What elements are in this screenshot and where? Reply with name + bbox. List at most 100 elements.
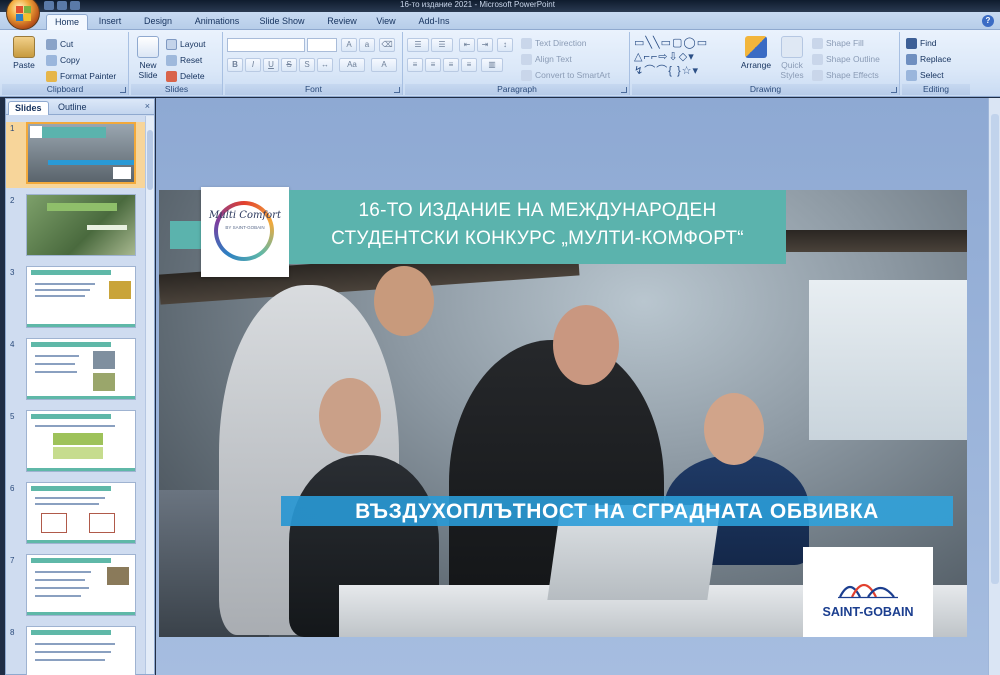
tab-design[interactable]: Design — [138, 14, 178, 30]
title-band-accent — [170, 221, 202, 249]
arrange-button[interactable]: Arrange — [738, 36, 774, 70]
drawing-group: ▭╲╲▭▢◯▭ △⌐⌐⇨⇩◇▾ ↯⌒⌒{ }☆▾ Arrange Quick S… — [632, 32, 900, 95]
slide-preview — [26, 338, 136, 400]
saint-gobain-logo: SAINT-GOBAIN — [803, 547, 933, 637]
slide-thumbnail[interactable]: 8 — [6, 626, 146, 675]
slide-thumbnail[interactable]: 4 — [6, 338, 146, 404]
copy-button[interactable]: Copy — [46, 53, 80, 67]
delete-label: Delete — [180, 71, 205, 81]
find-label: Find — [920, 38, 937, 48]
tab-animations[interactable]: Animations — [188, 14, 246, 30]
undo-icon[interactable] — [57, 1, 67, 10]
arrange-icon — [745, 36, 767, 58]
slide-title-band[interactable]: 16-ТО ИЗДАНИЕ НА МЕЖДУНАРОДЕН СТУДЕНТСКИ… — [289, 190, 786, 264]
underline-button[interactable]: U — [263, 58, 279, 72]
cut-button[interactable]: Cut — [46, 37, 73, 51]
slide-thumbnail[interactable]: 1 — [6, 122, 146, 188]
bold-button[interactable]: B — [227, 58, 243, 72]
clear-formatting-button[interactable]: ⌫ — [379, 38, 395, 52]
slide-thumbnail[interactable]: 3 — [6, 266, 146, 332]
columns-button[interactable]: ▥ — [481, 58, 503, 72]
numbering-button[interactable]: ☰ — [431, 38, 453, 52]
drawing-dialog-launcher-icon[interactable] — [891, 87, 897, 93]
align-text-button[interactable]: Align Text — [521, 52, 572, 66]
redo-icon[interactable] — [70, 1, 80, 10]
slide-thumbnail[interactable]: 7 — [6, 554, 146, 620]
slide-thumbnail[interactable]: 2 — [6, 194, 146, 260]
justify-button[interactable]: ≡ — [461, 58, 477, 72]
align-center-button[interactable]: ≡ — [425, 58, 441, 72]
grow-font-button[interactable]: A — [341, 38, 357, 52]
delete-button[interactable]: Delete — [166, 69, 205, 83]
text-direction-button[interactable]: Text Direction — [521, 36, 587, 50]
arrange-label: Arrange — [740, 60, 772, 70]
replace-button[interactable]: Replace — [906, 52, 951, 66]
saint-gobain-text: SAINT-GOBAIN — [822, 605, 914, 619]
help-icon[interactable]: ? — [982, 15, 994, 27]
tab-view[interactable]: View — [370, 14, 402, 30]
shapes-gallery[interactable]: ▭╲╲▭▢◯▭ △⌐⌐⇨⇩◇▾ ↯⌒⌒{ }☆▾ — [634, 36, 732, 80]
slide-number: 7 — [10, 556, 15, 565]
editing-group: Find Replace Select Editing — [902, 32, 970, 95]
layout-button[interactable]: Layout — [166, 37, 206, 51]
slide-subtitle-band[interactable]: ВЪЗДУХОПЛЪТНОСТ НА СГРАДНАТА ОБВИВКА — [281, 496, 953, 526]
save-icon[interactable] — [44, 1, 54, 10]
vertical-scrollbar[interactable] — [988, 98, 1000, 675]
align-left-button[interactable]: ≡ — [407, 58, 423, 72]
font-name-field[interactable] — [227, 38, 305, 52]
strikethrough-button[interactable]: S — [281, 58, 297, 72]
slide-number: 8 — [10, 628, 15, 637]
tab-slide-show[interactable]: Slide Show — [255, 14, 309, 30]
text-direction-label: Text Direction — [535, 38, 587, 48]
clipboard-dialog-launcher-icon[interactable] — [120, 87, 126, 93]
change-case-button[interactable]: Aa — [339, 58, 365, 72]
convert-smartart-button[interactable]: Convert to SmartArt — [521, 68, 610, 82]
reset-button[interactable]: Reset — [166, 53, 202, 67]
paragraph-dialog-launcher-icon[interactable] — [621, 87, 627, 93]
align-right-button[interactable]: ≡ — [443, 58, 459, 72]
font-dialog-launcher-icon[interactable] — [394, 87, 400, 93]
slide-thumbnail[interactable]: 6 — [6, 482, 146, 548]
slide-number: 5 — [10, 412, 15, 421]
tab-review[interactable]: Review — [322, 14, 362, 30]
slide-preview — [26, 266, 136, 328]
tab-add-ins[interactable]: Add-Ins — [412, 14, 456, 30]
person-head — [374, 266, 434, 336]
shape-effects-button[interactable]: Shape Effects — [812, 68, 879, 82]
quick-styles-label: Quick Styles — [780, 60, 804, 80]
shape-fill-button[interactable]: Shape Fill — [812, 36, 864, 50]
person-head — [704, 393, 764, 465]
tab-insert[interactable]: Insert — [92, 14, 128, 30]
bullets-button[interactable]: ☰ — [407, 38, 429, 52]
shape-outline-button[interactable]: Shape Outline — [812, 52, 880, 66]
pane-scrollbar[interactable] — [145, 116, 154, 674]
shrink-font-button[interactable]: a — [359, 38, 375, 52]
increase-indent-button[interactable]: ⇥ — [477, 38, 493, 52]
find-button[interactable]: Find — [906, 36, 937, 50]
shape-fill-label: Shape Fill — [826, 38, 864, 48]
quick-styles-icon — [781, 36, 803, 58]
decrease-indent-button[interactable]: ⇤ — [459, 38, 475, 52]
binoculars-icon — [906, 37, 917, 49]
select-button[interactable]: Select — [906, 68, 944, 82]
reset-label: Reset — [180, 55, 203, 65]
slide-thumbnail[interactable]: 5 — [6, 410, 146, 476]
clipboard-group-label: Clipboard — [2, 84, 128, 95]
font-size-field[interactable] — [307, 38, 337, 52]
font-color-button[interactable]: A — [371, 58, 397, 72]
close-icon[interactable]: × — [145, 101, 150, 111]
shadow-button[interactable]: S — [299, 58, 315, 72]
tab-slides[interactable]: Slides — [8, 101, 49, 115]
paste-label: Paste — [13, 60, 35, 70]
line-spacing-button[interactable]: ↕ — [497, 38, 513, 52]
quick-styles-button[interactable]: Quick Styles — [776, 36, 808, 80]
paste-button[interactable]: Paste — [8, 36, 40, 70]
pen-icon — [812, 53, 823, 65]
italic-button[interactable]: I — [245, 58, 261, 72]
format-painter-button[interactable]: Format Painter — [46, 69, 116, 83]
new-slide-button[interactable]: New Slide — [133, 36, 163, 80]
tab-home[interactable]: Home — [46, 14, 88, 30]
tab-outline[interactable]: Outline — [52, 101, 93, 115]
char-spacing-button[interactable]: ↔ — [317, 58, 333, 72]
slide-title-line1: 16-ТО ИЗДАНИЕ НА МЕЖДУНАРОДЕН — [358, 200, 717, 221]
